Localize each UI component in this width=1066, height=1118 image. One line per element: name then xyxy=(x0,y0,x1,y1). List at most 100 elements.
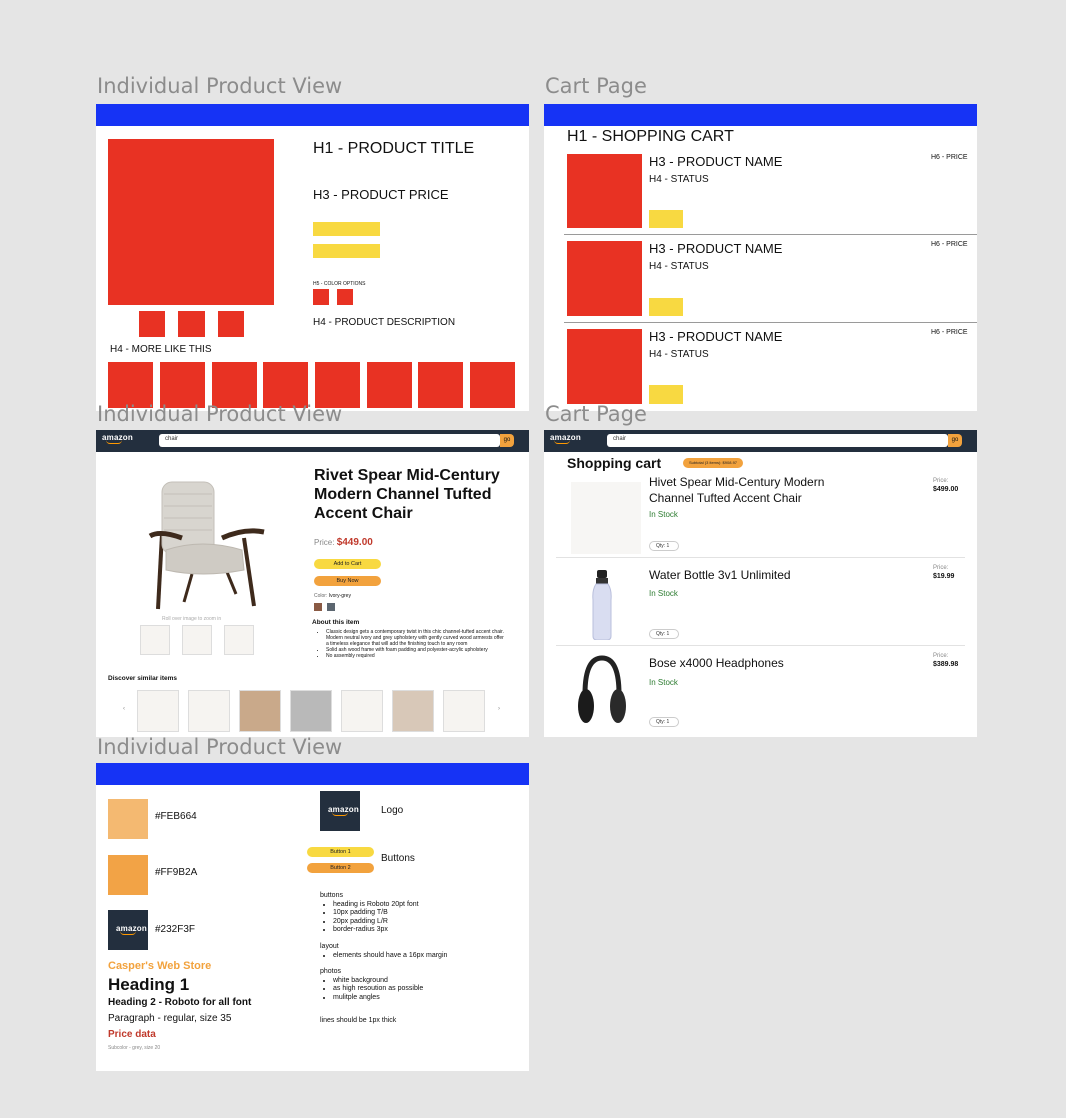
about-bullet: No assembly required xyxy=(326,653,506,659)
header-bar xyxy=(96,104,529,126)
style-notes: buttons heading is Roboto 20pt font 10px… xyxy=(320,892,520,1025)
logo-text: amazon xyxy=(328,805,359,814)
notes-title: layout xyxy=(320,942,339,950)
more-like-this-heading: H4 - MORE LIKE THIS xyxy=(110,344,212,355)
thumbnail-placeholder[interactable] xyxy=(178,311,205,337)
thumbnail[interactable] xyxy=(182,625,212,655)
color-options-label: H5 - COLOR OPTIONS xyxy=(313,281,366,287)
stock-status: In Stock xyxy=(649,510,678,519)
frame-label: Individual Product View xyxy=(97,402,343,426)
button-placeholder[interactable] xyxy=(313,244,380,258)
color-swatch xyxy=(108,855,148,895)
qty-placeholder[interactable] xyxy=(649,385,683,404)
frame-label: Individual Product View xyxy=(97,74,343,98)
qty-dropdown[interactable]: Qty: 1 xyxy=(649,629,679,639)
divider xyxy=(556,557,965,558)
price-label: Price: xyxy=(933,478,949,484)
search-go-button[interactable]: go xyxy=(948,434,962,447)
cart-title: Shopping cart xyxy=(567,455,662,471)
button1-sample[interactable]: Button 1 xyxy=(307,847,374,857)
amazon-logo: amazon xyxy=(116,924,147,935)
similar-item-placeholder[interactable] xyxy=(367,362,412,408)
product-page-frame: amazon chair go Roll over image to zoom … xyxy=(96,430,529,737)
cart-item-price: $389.98 xyxy=(933,661,959,668)
thumbnail[interactable] xyxy=(140,625,170,655)
thumbnail-placeholder[interactable] xyxy=(139,311,165,337)
heading2-sample: Heading 2 - Roboto for all font xyxy=(108,997,252,1008)
search-input[interactable]: chair xyxy=(607,434,948,447)
about-bullet: Classic design gets a contemporary twist… xyxy=(326,629,506,647)
add-to-cart-button[interactable]: Add to Cart xyxy=(314,559,381,569)
amazon-logo: amazon xyxy=(328,805,359,816)
logo-sample: amazon xyxy=(320,791,360,831)
similar-item[interactable] xyxy=(290,690,332,732)
cart-item-name[interactable]: Water Bottle 3v1 Unlimited xyxy=(649,568,791,582)
cart-item-name[interactable]: Bose x4000 Headphones xyxy=(649,656,784,670)
thumbnail[interactable] xyxy=(224,625,254,655)
cart-item-image xyxy=(567,241,642,316)
button2-sample[interactable]: Button 2 xyxy=(307,863,374,873)
header-bar xyxy=(96,763,529,785)
carousel-next-icon[interactable]: › xyxy=(498,706,500,712)
color-swatch-placeholder[interactable] xyxy=(337,289,353,305)
cart-item-image xyxy=(567,329,642,404)
logo-label: Logo xyxy=(381,805,404,816)
logo-text: amazon xyxy=(116,924,147,933)
cart-item-name[interactable]: Hivet Spear Mid-Century Modern Channel T… xyxy=(649,474,859,506)
subtotal-badge[interactable]: Subtotal (3 items): $908.97 xyxy=(683,458,743,468)
carousel-prev-icon[interactable]: ‹ xyxy=(123,706,125,712)
similar-item[interactable] xyxy=(239,690,281,732)
qty-dropdown[interactable]: Qty: 1 xyxy=(649,717,679,727)
color-swatch-placeholder[interactable] xyxy=(313,289,329,305)
product-price: H3 - PRODUCT PRICE xyxy=(313,187,449,202)
logo-text: amazon xyxy=(102,433,133,442)
notes-title: buttons xyxy=(320,892,343,899)
similar-item-placeholder[interactable] xyxy=(470,362,515,408)
price-label: Price: xyxy=(933,565,949,571)
similar-item[interactable] xyxy=(341,690,383,732)
frame-label: Individual Product View xyxy=(97,735,343,759)
thumbnail-placeholder[interactable] xyxy=(218,311,244,337)
cart-item-status: H4 - STATUS xyxy=(649,261,709,272)
note-item: 10px padding T/B xyxy=(333,909,520,918)
amazon-logo[interactable]: amazon xyxy=(102,433,133,444)
color-swatch-brown[interactable] xyxy=(314,603,322,611)
qty-placeholder[interactable] xyxy=(649,298,683,316)
product-chair-image[interactable] xyxy=(132,474,272,614)
note-item: 20px padding L/R xyxy=(333,918,520,927)
cart-title: H1 - SHOPPING CART xyxy=(567,128,734,145)
color-swatch: amazon xyxy=(108,910,148,950)
buy-now-button[interactable]: Buy Now xyxy=(314,576,381,586)
price-label: Price: xyxy=(314,538,335,547)
search-input[interactable]: chair xyxy=(159,434,500,447)
color-swatch xyxy=(108,799,148,839)
cart-item-price: $19.99 xyxy=(933,573,955,580)
cart-page-frame: amazon chair go Shopping cart Subtotal (… xyxy=(544,430,977,737)
cart-item-price: H6 - PRICE xyxy=(931,154,968,161)
price-value: $449.00 xyxy=(336,537,373,548)
note-item: as high resoution as possible xyxy=(333,985,520,994)
swatch-hex: #FEB664 xyxy=(155,811,197,822)
note-item: elements should have a 16px margin xyxy=(333,952,520,961)
about-list: Classic design gets a contemporary twist… xyxy=(320,629,506,659)
similar-item[interactable] xyxy=(188,690,230,732)
amazon-logo[interactable]: amazon xyxy=(550,433,581,444)
similar-item[interactable] xyxy=(137,690,179,732)
cart-item-image xyxy=(567,154,642,228)
similar-item[interactable] xyxy=(443,690,485,732)
similar-item[interactable] xyxy=(392,690,434,732)
logo-text: amazon xyxy=(550,433,581,442)
button-placeholder[interactable] xyxy=(313,222,380,236)
stock-status: In Stock xyxy=(649,589,678,598)
subcolor-sample: Subcolor - grey, size 20 xyxy=(108,1045,161,1051)
qty-placeholder[interactable] xyxy=(649,210,683,228)
product-title: Rivet Spear Mid-Century Modern Channel T… xyxy=(314,467,500,522)
price-label: Price: xyxy=(933,653,949,659)
search-go-button[interactable]: go xyxy=(500,434,514,447)
color-row: Color: Ivory-grey xyxy=(314,593,351,599)
qty-dropdown[interactable]: Qty: 1 xyxy=(649,541,679,551)
style-guide-frame: #FEB664 #FF9B2A amazon #232F3F Casper's … xyxy=(96,763,529,1071)
color-swatch-grey[interactable] xyxy=(327,603,335,611)
price-row: Price: $449.00 xyxy=(314,537,373,548)
similar-item-placeholder[interactable] xyxy=(418,362,463,408)
